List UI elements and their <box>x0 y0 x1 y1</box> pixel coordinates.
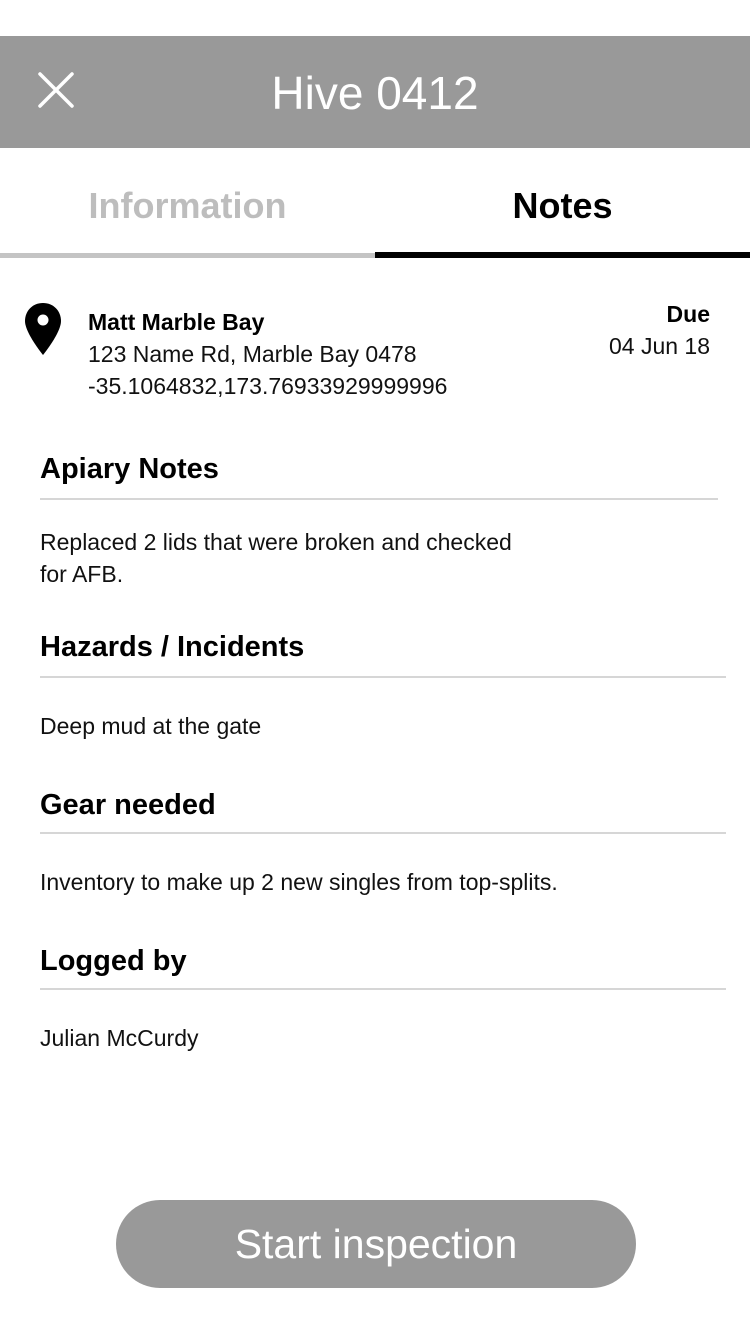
hive-notes-screen: Hive 0412 Information Notes Matt Marble … <box>0 0 750 1334</box>
apiary-notes-divider <box>40 498 718 500</box>
location-address: 123 Name Rd, Marble Bay 0478 <box>88 341 417 367</box>
apiary-notes-line-2: for AFB. <box>40 561 124 587</box>
apiary-notes-line-1: Replaced 2 lids that were broken and che… <box>40 529 512 555</box>
hazards-body: Deep mud at the gate <box>40 713 262 739</box>
map-pin-icon <box>24 302 62 356</box>
logged-by-divider <box>40 988 726 990</box>
gear-heading: Gear needed <box>40 789 216 821</box>
apiary-notes-body: Replaced 2 lids that were broken and che… <box>40 526 512 590</box>
tab-notes[interactable]: Notes <box>375 148 750 258</box>
location-coordinates: -35.1064832,173.76933929999996 <box>88 373 448 399</box>
header-bar: Hive 0412 <box>0 36 750 148</box>
tab-notes-underline <box>375 252 750 258</box>
location-block: Matt Marble Bay 123 Name Rd, Marble Bay … <box>0 300 750 410</box>
apiary-notes-heading: Apiary Notes <box>40 453 219 485</box>
location-name: Matt Marble Bay <box>88 309 265 335</box>
tab-information-underline <box>0 253 375 258</box>
gear-divider <box>40 832 726 834</box>
page-title: Hive 0412 <box>271 67 479 119</box>
due-date: 04 Jun 18 <box>608 333 710 359</box>
hazards-divider <box>40 676 726 678</box>
tab-notes-label: Notes <box>512 185 613 226</box>
logged-by-heading: Logged by <box>40 945 187 977</box>
due-label: Due <box>666 301 710 327</box>
tab-information[interactable]: Information <box>0 148 375 258</box>
logged-by-body: Julian McCurdy <box>40 1025 199 1051</box>
tab-information-label: Information <box>88 185 287 226</box>
start-inspection-button[interactable]: Start inspection <box>116 1200 636 1288</box>
tab-bar: Information Notes <box>0 148 750 258</box>
hazards-heading: Hazards / Incidents <box>40 631 305 663</box>
gear-body: Inventory to make up 2 new singles from … <box>40 869 558 895</box>
